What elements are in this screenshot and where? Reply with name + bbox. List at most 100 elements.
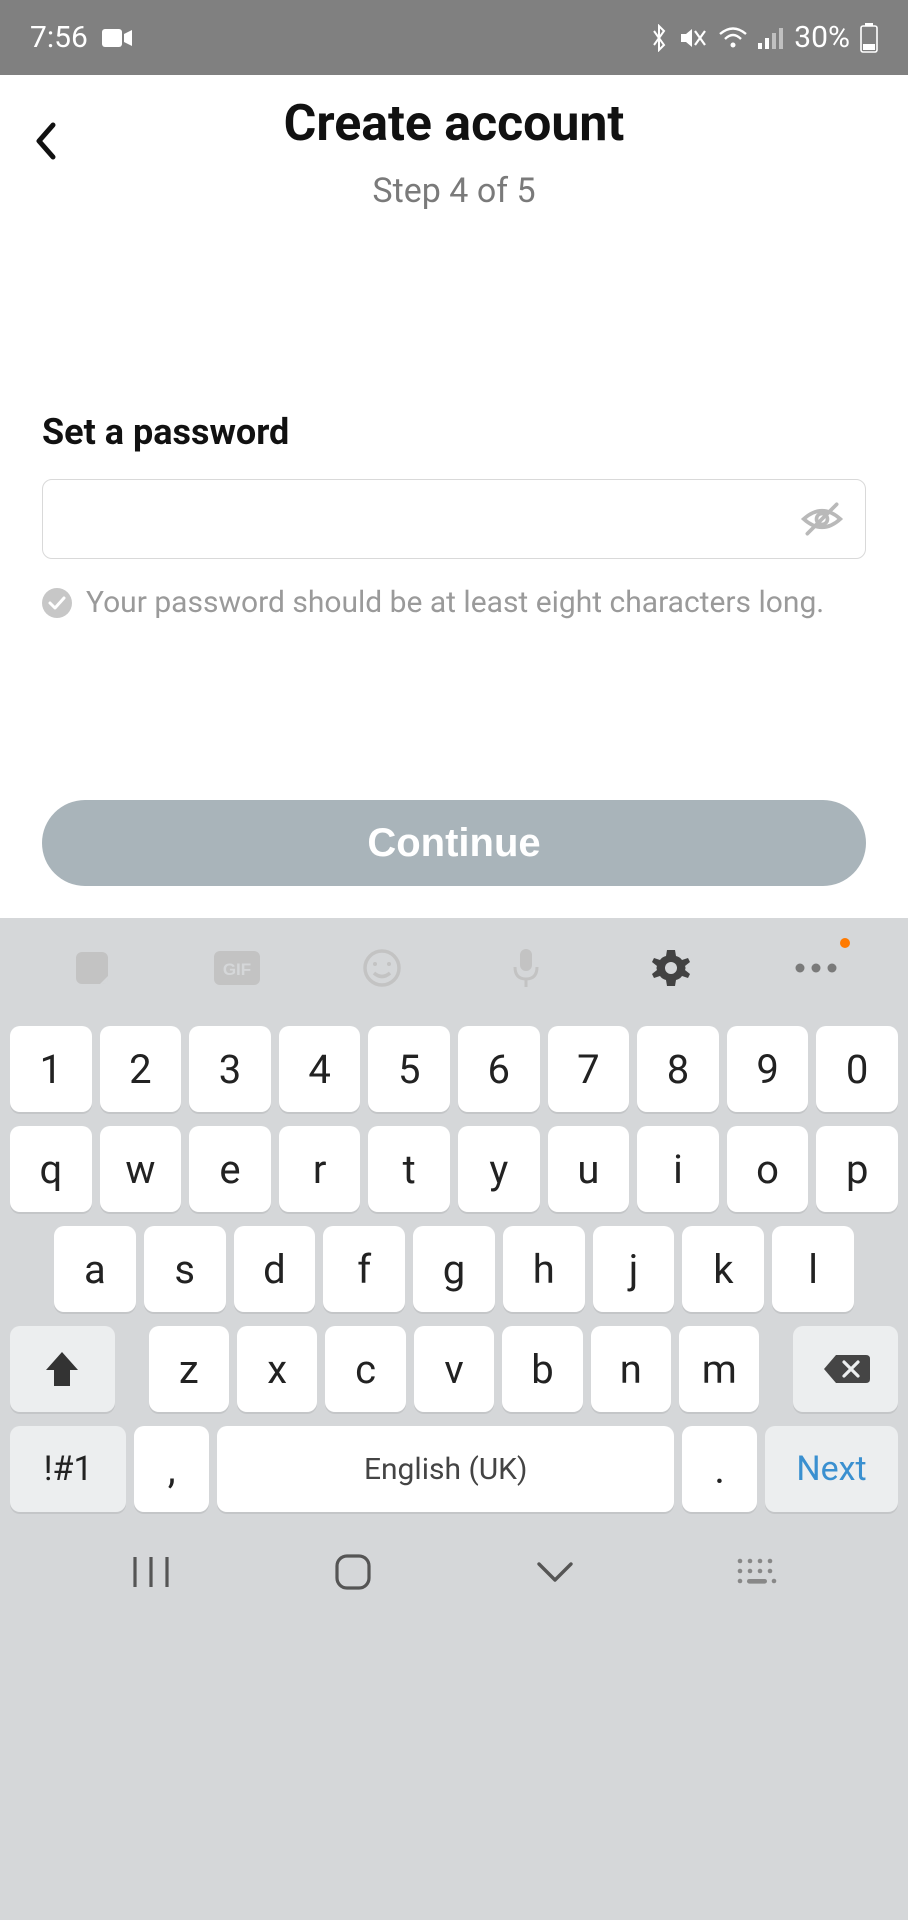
key-shift[interactable] — [10, 1326, 115, 1412]
key-j[interactable]: j — [593, 1226, 675, 1312]
gif-button[interactable]: GIF — [209, 940, 265, 996]
eye-off-icon — [800, 499, 844, 539]
password-hint-row: Your password should be at least eight c… — [42, 585, 866, 620]
page-title: Create account — [30, 95, 878, 153]
password-hint: Your password should be at least eight c… — [86, 585, 824, 620]
password-input-wrap — [42, 479, 866, 559]
key-0[interactable]: 0 — [816, 1026, 898, 1112]
keyboard-toolbar: GIF — [0, 918, 908, 1018]
key-m[interactable]: m — [679, 1326, 759, 1412]
key-row-bottom: !#1 , English (UK) . Next — [10, 1426, 898, 1512]
key-o[interactable]: o — [727, 1126, 809, 1212]
more-button[interactable] — [788, 940, 844, 996]
key-row-zxcv: z x c v b n m — [10, 1326, 898, 1412]
battery-percent: 30% — [794, 20, 850, 55]
notification-dot — [840, 938, 850, 948]
microphone-icon — [511, 947, 541, 989]
settings-button[interactable] — [643, 940, 699, 996]
key-r[interactable]: r — [279, 1126, 361, 1212]
home-icon — [333, 1552, 373, 1592]
system-nav-bar — [0, 1532, 908, 1642]
header: Create account Step 4 of 5 — [0, 75, 908, 211]
key-x[interactable]: x — [237, 1326, 317, 1412]
key-9[interactable]: 9 — [727, 1026, 809, 1112]
key-next[interactable]: Next — [765, 1426, 898, 1512]
gear-icon — [650, 947, 692, 989]
video-icon — [102, 27, 132, 49]
back-button[interactable] — [24, 119, 68, 163]
key-h[interactable]: h — [503, 1226, 585, 1312]
wifi-icon — [718, 27, 748, 49]
key-k[interactable]: k — [682, 1226, 764, 1312]
key-q[interactable]: q — [10, 1126, 92, 1212]
svg-text:GIF: GIF — [223, 960, 251, 979]
key-b[interactable]: b — [502, 1326, 582, 1412]
chevron-down-icon — [533, 1558, 577, 1586]
key-row-numbers: 1 2 3 4 5 6 7 8 9 0 — [10, 1026, 898, 1112]
more-icon — [794, 962, 838, 974]
keyboard-switch-icon — [735, 1557, 779, 1587]
key-backspace[interactable] — [793, 1326, 898, 1412]
key-8[interactable]: 8 — [637, 1026, 719, 1112]
emoji-button[interactable] — [354, 940, 410, 996]
key-f[interactable]: f — [323, 1226, 405, 1312]
continue-button[interactable]: Continue — [42, 800, 866, 886]
key-3[interactable]: 3 — [189, 1026, 271, 1112]
key-g[interactable]: g — [413, 1226, 495, 1312]
key-2[interactable]: 2 — [100, 1026, 182, 1112]
nav-keyboard-switch[interactable] — [722, 1547, 792, 1597]
key-e[interactable]: e — [189, 1126, 271, 1212]
key-a[interactable]: a — [54, 1226, 136, 1312]
continue-wrap: Continue — [0, 800, 908, 886]
key-y[interactable]: y — [458, 1126, 540, 1212]
smiley-icon — [362, 948, 402, 988]
step-indicator: Step 4 of 5 — [30, 171, 878, 211]
key-z[interactable]: z — [149, 1326, 229, 1412]
key-p[interactable]: p — [816, 1126, 898, 1212]
voice-button[interactable] — [498, 940, 554, 996]
key-7[interactable]: 7 — [548, 1026, 630, 1112]
nav-keyboard-hide[interactable] — [520, 1547, 590, 1597]
key-i[interactable]: i — [637, 1126, 719, 1212]
key-period[interactable]: . — [682, 1426, 757, 1512]
key-l[interactable]: l — [772, 1226, 854, 1312]
key-space[interactable]: English (UK) — [217, 1426, 674, 1512]
password-input[interactable] — [42, 479, 866, 559]
form-area: Set a password Your password should be a… — [0, 211, 908, 620]
key-1[interactable]: 1 — [10, 1026, 92, 1112]
status-bar: 7:56 30% — [0, 0, 908, 75]
status-left: 7:56 — [30, 20, 132, 55]
toggle-visibility-button[interactable] — [800, 497, 844, 541]
keyboard: GIF 1 2 3 4 5 6 7 — [0, 918, 908, 1920]
sticker-icon — [72, 948, 112, 988]
key-t[interactable]: t — [368, 1126, 450, 1212]
key-row-home: a s d f g h j k l — [10, 1226, 898, 1312]
battery-icon — [860, 23, 878, 53]
status-right: 30% — [650, 20, 878, 55]
key-w[interactable]: w — [100, 1126, 182, 1212]
key-v[interactable]: v — [414, 1326, 494, 1412]
nav-home[interactable] — [318, 1547, 388, 1597]
key-n[interactable]: n — [591, 1326, 671, 1412]
gif-icon: GIF — [214, 951, 260, 985]
recent-icon — [131, 1555, 171, 1589]
key-row-qwerty: q w e r t y u i o p — [10, 1126, 898, 1212]
password-label: Set a password — [42, 411, 866, 453]
backspace-icon — [822, 1353, 870, 1385]
shift-icon — [44, 1350, 80, 1388]
chevron-left-icon — [33, 121, 59, 161]
key-d[interactable]: d — [234, 1226, 316, 1312]
key-4[interactable]: 4 — [279, 1026, 361, 1112]
key-comma[interactable]: , — [134, 1426, 209, 1512]
key-u[interactable]: u — [548, 1126, 630, 1212]
status-time: 7:56 — [30, 20, 88, 55]
key-5[interactable]: 5 — [368, 1026, 450, 1112]
key-s[interactable]: s — [144, 1226, 226, 1312]
sticker-button[interactable] — [64, 940, 120, 996]
key-6[interactable]: 6 — [458, 1026, 540, 1112]
key-c[interactable]: c — [325, 1326, 405, 1412]
nav-recent[interactable] — [116, 1547, 186, 1597]
keyboard-rows: 1 2 3 4 5 6 7 8 9 0 q w e r t y u i o — [0, 1018, 908, 1532]
check-circle-icon — [42, 588, 72, 618]
key-symbols[interactable]: !#1 — [10, 1426, 126, 1512]
